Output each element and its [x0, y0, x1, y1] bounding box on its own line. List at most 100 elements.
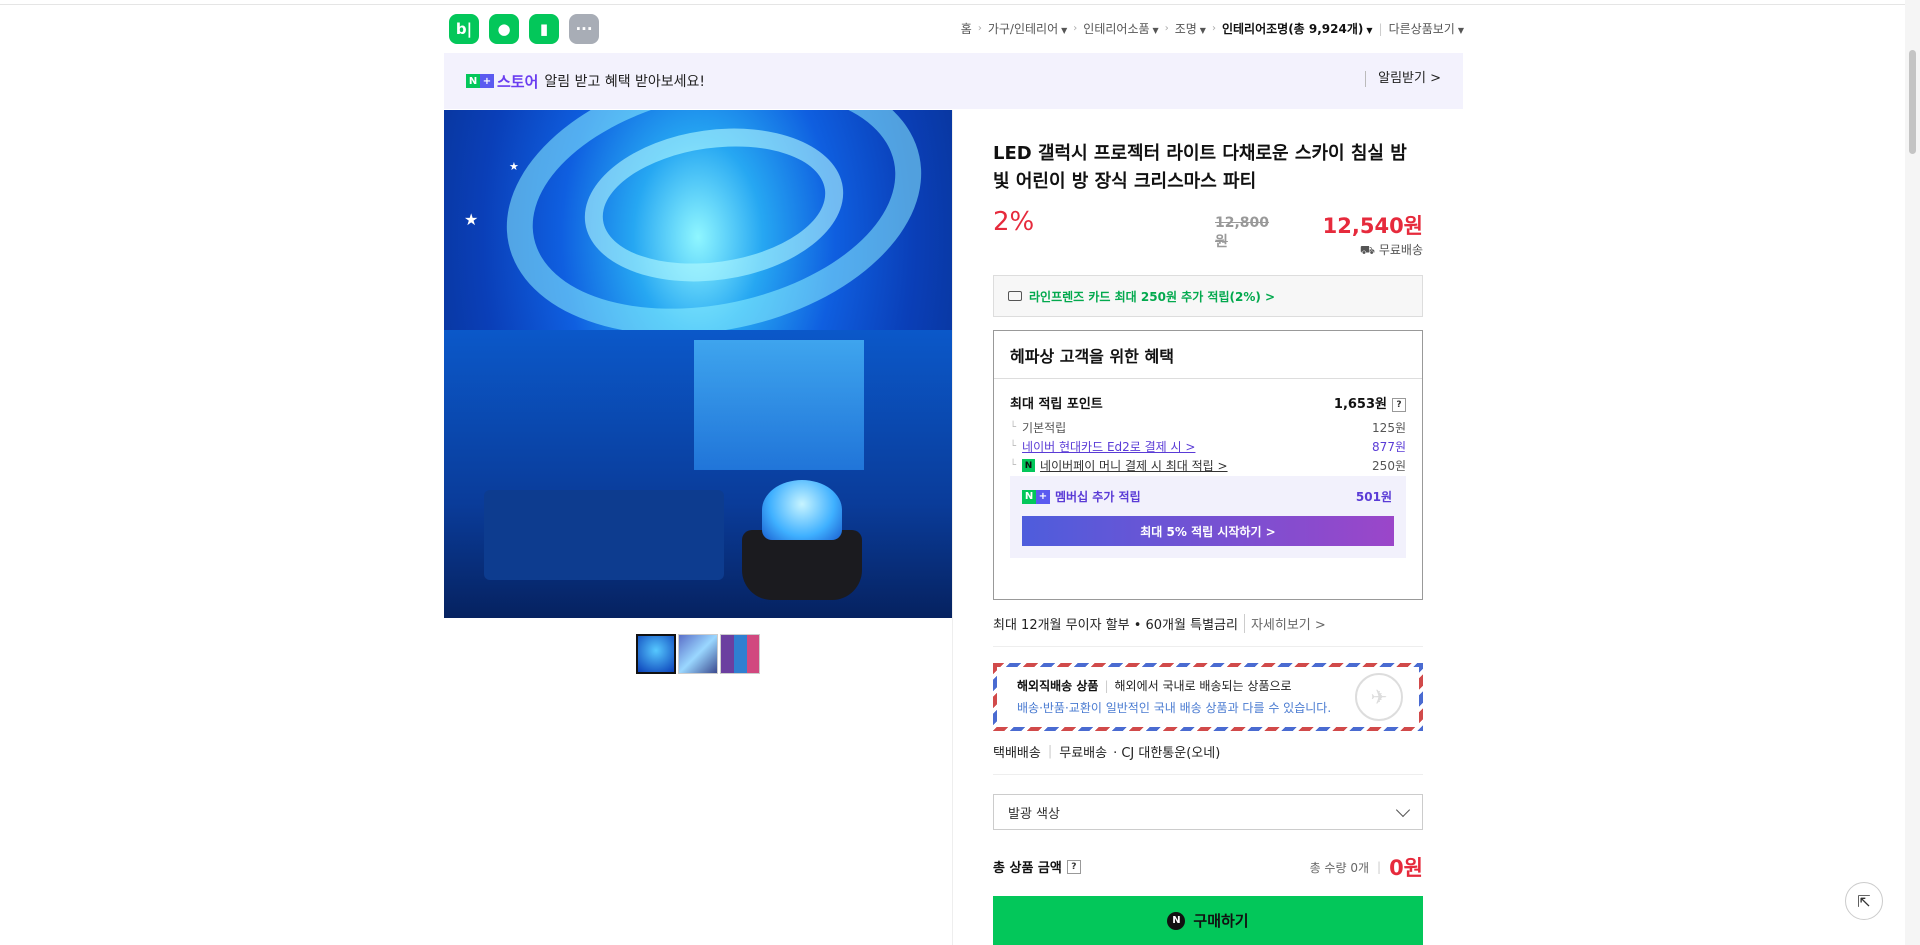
breadcrumb-current-category[interactable]: 인테리어조명(총 9,924개) ▼: [1222, 20, 1373, 37]
bed: [484, 490, 724, 580]
hyundai-card-row: └ 네이버 현대카드 Ed2로 결제 시 > 877원: [1010, 438, 1406, 455]
share-icon[interactable]: ⇱: [1845, 882, 1883, 920]
max-points-row: 최대 적립 포인트 1,653원?: [1010, 393, 1406, 412]
installment-more-link[interactable]: 자세히보기 >: [1243, 614, 1326, 633]
breadcrumb: 홈 › 가구/인테리어 ▼ › 인테리어소품 ▼ › 조명 ▼ › 인테리어조명(총 …: [961, 20, 1464, 37]
total-quantity: 총 수량 0개: [1309, 860, 1370, 875]
naverpay-n-icon: N: [1167, 911, 1186, 930]
breadcrumb-interior[interactable]: 인테리어소품 ▼: [1083, 20, 1158, 37]
breadcrumb-interior-label: 인테리어소품: [1083, 22, 1150, 36]
overseas-note: 배송·반품·교환이 일반적인 국내 배송 상품과 다를 수 있습니다.: [1017, 701, 1332, 715]
divider: [993, 646, 1423, 647]
thumbnail-2[interactable]: [678, 634, 718, 674]
naver-plus-logo: N +: [1022, 489, 1050, 504]
benefit-heading: 헤파상 고객을 위한 혜택: [994, 331, 1422, 379]
membership-row: N + 멤버십 추가 적립 501원: [1022, 488, 1392, 505]
store-banner-message: 알림 받고 혜택 받아보세요!: [544, 74, 706, 90]
app-icons: b| ● ▮ ···: [449, 14, 599, 44]
current-category-label: 인테리어조명(총 9,924개): [1221, 22, 1364, 36]
bookmark-icon[interactable]: ▮: [529, 14, 559, 44]
caret-down-icon: ▼: [1366, 26, 1373, 35]
scroll-thumb[interactable]: [1909, 50, 1916, 154]
total-summary: 총 수량 0개 | 0원: [1203, 852, 1423, 882]
divider: |: [1047, 744, 1053, 759]
blog-icon[interactable]: b|: [449, 14, 479, 44]
thumbnail-3[interactable]: [720, 634, 760, 674]
naverpay-icon: N: [1022, 459, 1036, 472]
membership-value: 501원: [1355, 490, 1392, 504]
scrollbar[interactable]: [1905, 0, 1920, 945]
caret-down-icon: ▼: [1457, 26, 1464, 35]
overseas-notice-body: 해외직배송 상품 | 해외에서 국내로 배송되는 상품으로 배송·반품·교환이 일반…: [997, 667, 1419, 727]
breadcrumb-separator-icon: ›: [1164, 23, 1169, 34]
benefit-box: 헤파상 고객을 위한 혜택 최대 적립 포인트 1,653원? └ 기본적립 12…: [993, 330, 1423, 600]
chevron-down-icon: [1395, 802, 1411, 817]
alarm-button[interactable]: 알림받기 >: [1365, 71, 1441, 87]
delivery-type: 택배배송: [993, 746, 1041, 761]
help-icon[interactable]: ?: [1392, 397, 1406, 412]
card-benefit-label: 라인프렌즈 카드 최대 250원 추가 적립(2%) >: [1029, 289, 1276, 304]
branch-icon: └: [1010, 441, 1017, 452]
star-icon: ★: [509, 160, 519, 173]
other-products-button[interactable]: 다른상품보기 ▼: [1389, 20, 1464, 37]
breadcrumb-lighting[interactable]: 조명 ▼: [1175, 20, 1206, 37]
basic-points-value: 125원: [1372, 421, 1406, 435]
overseas-shipping-notice: 해외직배송 상품 | 해외에서 국내로 배송되는 상품으로 배송·반품·교환이 일반…: [993, 663, 1423, 731]
total-amount: 0원: [1389, 856, 1423, 880]
star-icon: ★: [464, 210, 479, 229]
original-price: 12,800원: [1215, 215, 1270, 250]
delivery-fee: 무료배송: [1059, 746, 1108, 761]
product-info-panel: LED 갤럭시 프로젝터 라이트 다채로운 스카이 침실 밤 빛 어린이 방 장…: [952, 110, 1463, 945]
branch-icon: └: [1010, 422, 1017, 433]
card-benefit-banner[interactable]: 라인프렌즈 카드 최대 250원 추가 적립(2%) >: [993, 275, 1423, 317]
membership-start-button[interactable]: 최대 5% 적립 시작하기 >: [1022, 516, 1394, 546]
projector-dome: [762, 480, 842, 540]
breadcrumb-furniture-label: 가구/인테리어: [987, 22, 1059, 36]
sale-price: 12,540원: [1322, 214, 1423, 238]
installment-text: 최대 12개월 무이자 할부 • 60개월 특별금리: [993, 618, 1238, 633]
store-brand: 스토어: [497, 72, 539, 91]
thumbnail-1[interactable]: [636, 634, 676, 674]
buy-button[interactable]: N 구매하기: [993, 896, 1423, 945]
hyundai-card-link[interactable]: 네이버 현대카드 Ed2로 결제 시 >: [1022, 438, 1195, 455]
branch-icon: └: [1010, 460, 1017, 471]
delivery-carrier: · CJ 대한통운(오네): [1113, 746, 1221, 761]
overseas-title: 해외직배송 상품: [1017, 679, 1099, 693]
caret-down-icon: ▼: [1199, 26, 1206, 35]
max-points-label: 최대 적립 포인트: [1010, 397, 1103, 412]
naverpay-value: 250원: [1372, 459, 1406, 473]
overseas-desc: 해외에서 국내로 배송되는 상품으로: [1114, 679, 1292, 693]
membership-label: 멤버십 추가 적립: [1055, 490, 1141, 504]
hyundai-card-value: 877원: [1372, 440, 1406, 454]
max-points-value: 1,653원: [1333, 397, 1387, 412]
free-shipping-label: 무료배송: [1378, 243, 1423, 257]
breadcrumb-lighting-label: 조명: [1174, 22, 1197, 36]
more-icon[interactable]: ···: [569, 14, 599, 44]
free-shipping: ⛟ 무료배송: [1283, 241, 1423, 259]
divider: |: [1104, 679, 1109, 693]
window-curtain: [694, 340, 864, 470]
basic-points-row: └ 기본적립 125원: [1010, 419, 1406, 436]
naver-plus-logo: N +: [466, 74, 494, 88]
breadcrumb-furniture[interactable]: 가구/인테리어 ▼: [988, 20, 1067, 37]
color-option-select[interactable]: 발광 색상: [993, 794, 1423, 830]
naverpay-link[interactable]: 네이버페이 머니 결제 시 최대 적립 >: [1040, 457, 1228, 474]
help-icon[interactable]: ?: [1066, 859, 1081, 874]
truck-icon: ⛟: [1359, 243, 1379, 257]
breadcrumb-separator-icon: ›: [977, 23, 982, 34]
cafe-icon[interactable]: ●: [489, 14, 519, 44]
product-main-image[interactable]: ★ ★: [444, 110, 952, 618]
membership-box: N + 멤버십 추가 적립 501원 최대 5% 적립 시작하기 >: [1010, 476, 1406, 558]
credit-card-icon: [1008, 291, 1022, 301]
installment-info: 최대 12개월 무이자 할부 • 60개월 특별금리 자세히보기 >: [993, 614, 1423, 633]
breadcrumb-home[interactable]: 홈: [961, 20, 972, 37]
breadcrumb-separator-icon: ›: [1211, 23, 1216, 34]
caret-down-icon: ▼: [1152, 26, 1159, 35]
buy-button-label: 구매하기: [1193, 912, 1249, 930]
caret-down-icon: ▼: [1061, 26, 1068, 35]
divider: |: [1377, 860, 1382, 874]
total-label-text: 총 상품 금액: [993, 861, 1062, 876]
product-title: LED 갤럭시 프로젝터 라이트 다채로운 스카이 침실 밤 빛 어린이 방 장…: [993, 143, 1407, 192]
basic-points-label: 기본적립: [1022, 421, 1067, 435]
naverpay-row: └ N 네이버페이 머니 결제 시 최대 적립 > 250원: [1010, 457, 1406, 474]
